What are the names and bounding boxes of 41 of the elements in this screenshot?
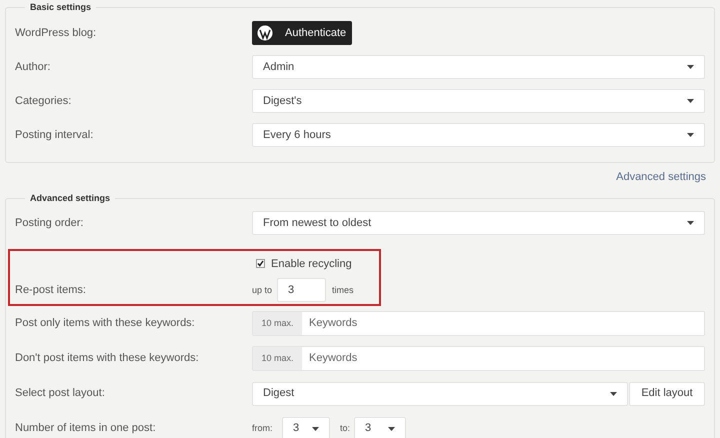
caret-icon (388, 426, 395, 430)
prefix-text: up to (252, 284, 272, 297)
dropdown[interactable]: Digest (252, 382, 628, 406)
limit-addon: 10 max. (253, 312, 302, 335)
keywords-field[interactable]: 10 max. Keywords (252, 311, 705, 336)
dropdown[interactable]: From newest to oldest (252, 211, 705, 235)
number-field[interactable]: 3 (277, 278, 326, 302)
field-label: Posting order: (15, 216, 84, 231)
field-label: Don't post items with these keywords: (15, 351, 200, 366)
from-label: from: (252, 422, 274, 435)
field-label: Posting interval: (15, 128, 94, 143)
caret-icon (687, 133, 694, 137)
field-label: Author: (15, 60, 52, 75)
field-label: WordPress blog: (15, 26, 98, 41)
caret-icon (312, 426, 319, 430)
wordpress-logo-icon (257, 25, 273, 41)
dropdown[interactable]: 3 (354, 416, 406, 438)
dropdown[interactable]: Digest's (252, 89, 705, 113)
caret-icon (687, 65, 694, 69)
caret-icon (687, 221, 694, 225)
caret-icon (687, 99, 694, 103)
field-label: Number of items in one post: (15, 421, 157, 436)
field-label: Select post layout: (15, 386, 106, 402)
checkbox[interactable] (256, 259, 265, 268)
section-title: Basic settings (29, 1, 92, 14)
checkbox-label: Enable recycling (271, 256, 352, 272)
field-label: Re-post items: (15, 283, 87, 298)
field-label: Categories: (15, 94, 72, 109)
section-title: Advanced settings (29, 192, 112, 205)
to-label: to: (340, 422, 352, 435)
advanced-settings-link[interactable]: Advanced settings (616, 168, 706, 186)
authenticate-button[interactable]: Authenticate (252, 21, 352, 45)
limit-addon: 10 max. (253, 347, 302, 370)
edit-layout-button[interactable]: Edit layout (629, 382, 705, 406)
dropdown[interactable]: Admin (252, 55, 705, 79)
field-label: Post only items with these keywords: (15, 316, 196, 332)
caret-icon (610, 392, 617, 396)
keywords-field[interactable]: 10 max. Keywords (252, 346, 705, 371)
suffix-text: times (332, 284, 354, 296)
dropdown[interactable]: Every 6 hours (252, 123, 705, 147)
dropdown[interactable]: 3 (282, 416, 330, 438)
